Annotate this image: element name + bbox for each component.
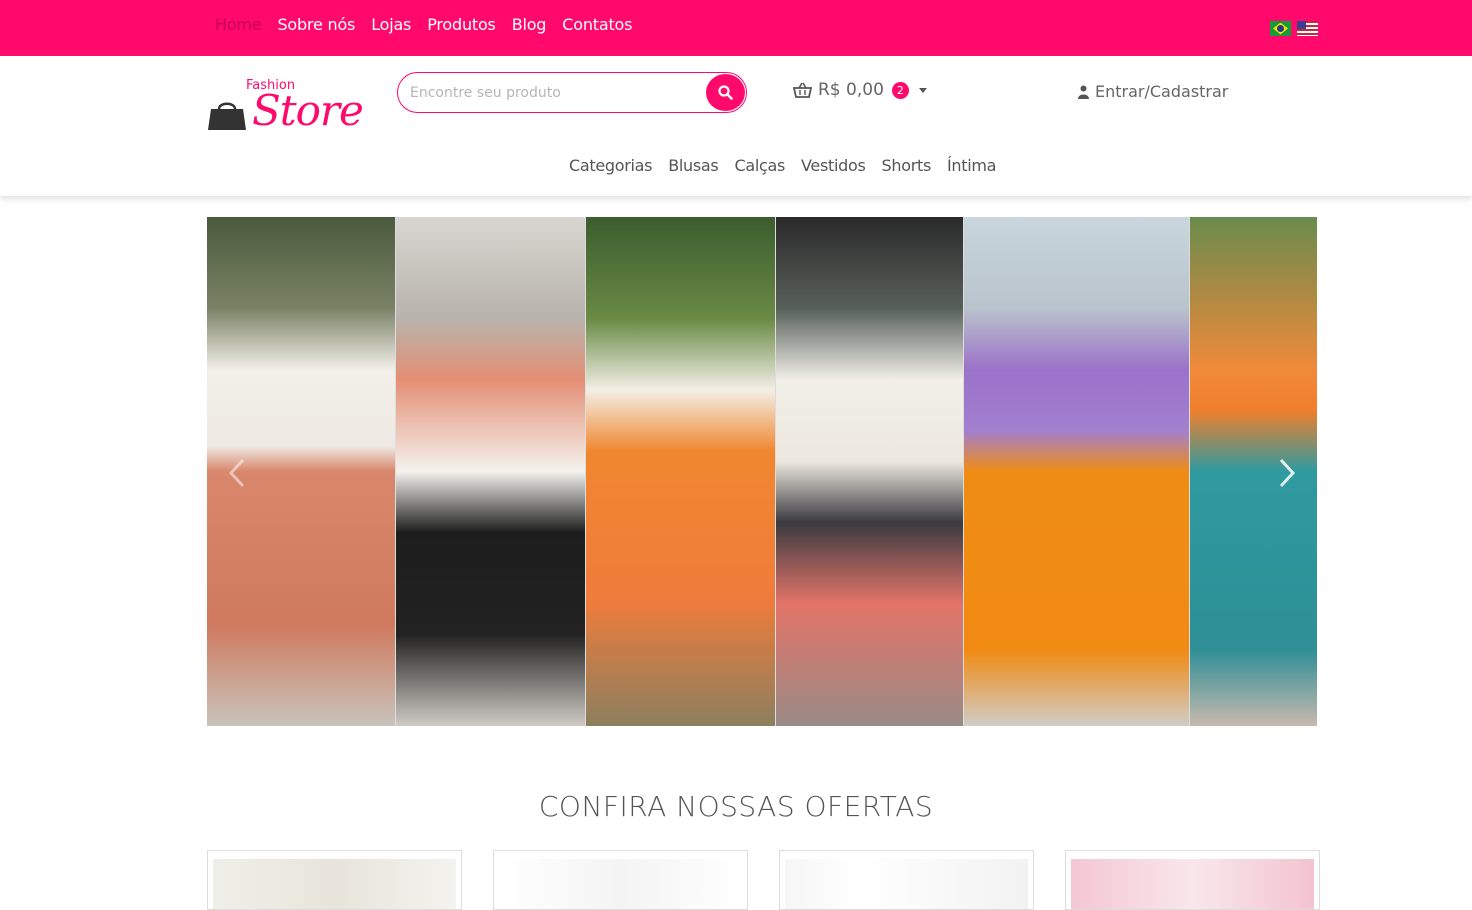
carousel-photo xyxy=(1190,217,1317,726)
product-image xyxy=(213,859,456,909)
product-card[interactable] xyxy=(207,850,462,910)
cart-total: R$ 0,00 xyxy=(818,80,884,100)
search-box xyxy=(397,72,747,113)
store-logo[interactable]: Fashion Store xyxy=(208,76,368,136)
login-label: Entrar/Cadastrar xyxy=(1095,82,1229,101)
carousel-photo xyxy=(396,217,585,726)
category-nav: Categorias Blusas Calças Vestidos Shorts… xyxy=(569,156,996,175)
category-blouses-link[interactable]: Blusas xyxy=(668,156,719,175)
product-card[interactable] xyxy=(1065,850,1320,910)
product-card[interactable] xyxy=(779,850,1034,910)
language-switcher xyxy=(1270,21,1318,36)
nav-blog-link[interactable]: Blog xyxy=(512,15,547,34)
login-register-link[interactable]: Entrar/Cadastrar xyxy=(1078,82,1228,101)
carousel-photo xyxy=(776,217,963,726)
search-input[interactable] xyxy=(410,83,700,103)
search-button[interactable] xyxy=(706,74,745,111)
nav-about-link[interactable]: Sobre nós xyxy=(277,15,355,34)
cart-dropdown[interactable]: R$ 0,00 2 xyxy=(793,80,927,100)
hero-carousel xyxy=(207,217,1317,726)
product-card[interactable] xyxy=(493,850,748,910)
cart-count-badge: 2 xyxy=(891,81,909,99)
product-image xyxy=(785,859,1028,909)
caret-down-icon xyxy=(918,87,927,93)
carousel-photo xyxy=(586,217,775,726)
offer-cards xyxy=(207,850,1320,910)
nav-stores-link[interactable]: Lojas xyxy=(371,15,411,34)
carousel-prev-button[interactable] xyxy=(227,457,247,489)
category-intimate-link[interactable]: Íntima xyxy=(947,156,996,175)
main-header: Fashion Store R$ 0,00 2 Entrar/Cadastrar xyxy=(0,56,1472,196)
product-image xyxy=(499,859,742,909)
top-bar: Home Sobre nós Lojas Produtos Blog Conta… xyxy=(0,0,1472,56)
user-icon xyxy=(1078,85,1089,99)
top-nav: Home Sobre nós Lojas Produtos Blog Conta… xyxy=(215,15,632,34)
search-icon xyxy=(718,85,733,100)
nav-products-link[interactable]: Produtos xyxy=(427,15,496,34)
flag-brazil-icon[interactable] xyxy=(1270,21,1291,36)
nav-contacts-link[interactable]: Contatos xyxy=(562,15,632,34)
carousel-photo xyxy=(964,217,1189,726)
offers-heading: CONFIRA NOSSAS OFERTAS xyxy=(538,790,934,823)
shopping-bag-icon xyxy=(208,102,246,130)
category-all-link[interactable]: Categorias xyxy=(569,156,653,175)
category-shorts-link[interactable]: Shorts xyxy=(882,156,932,175)
category-pants-link[interactable]: Calças xyxy=(734,156,785,175)
category-dresses-link[interactable]: Vestidos xyxy=(801,156,866,175)
flag-usa-icon[interactable] xyxy=(1297,21,1318,36)
carousel-next-button[interactable] xyxy=(1277,457,1297,489)
product-image xyxy=(1071,859,1314,909)
basket-icon xyxy=(793,82,812,98)
nav-home-link[interactable]: Home xyxy=(215,15,262,34)
logo-store-text: Store xyxy=(252,86,364,135)
